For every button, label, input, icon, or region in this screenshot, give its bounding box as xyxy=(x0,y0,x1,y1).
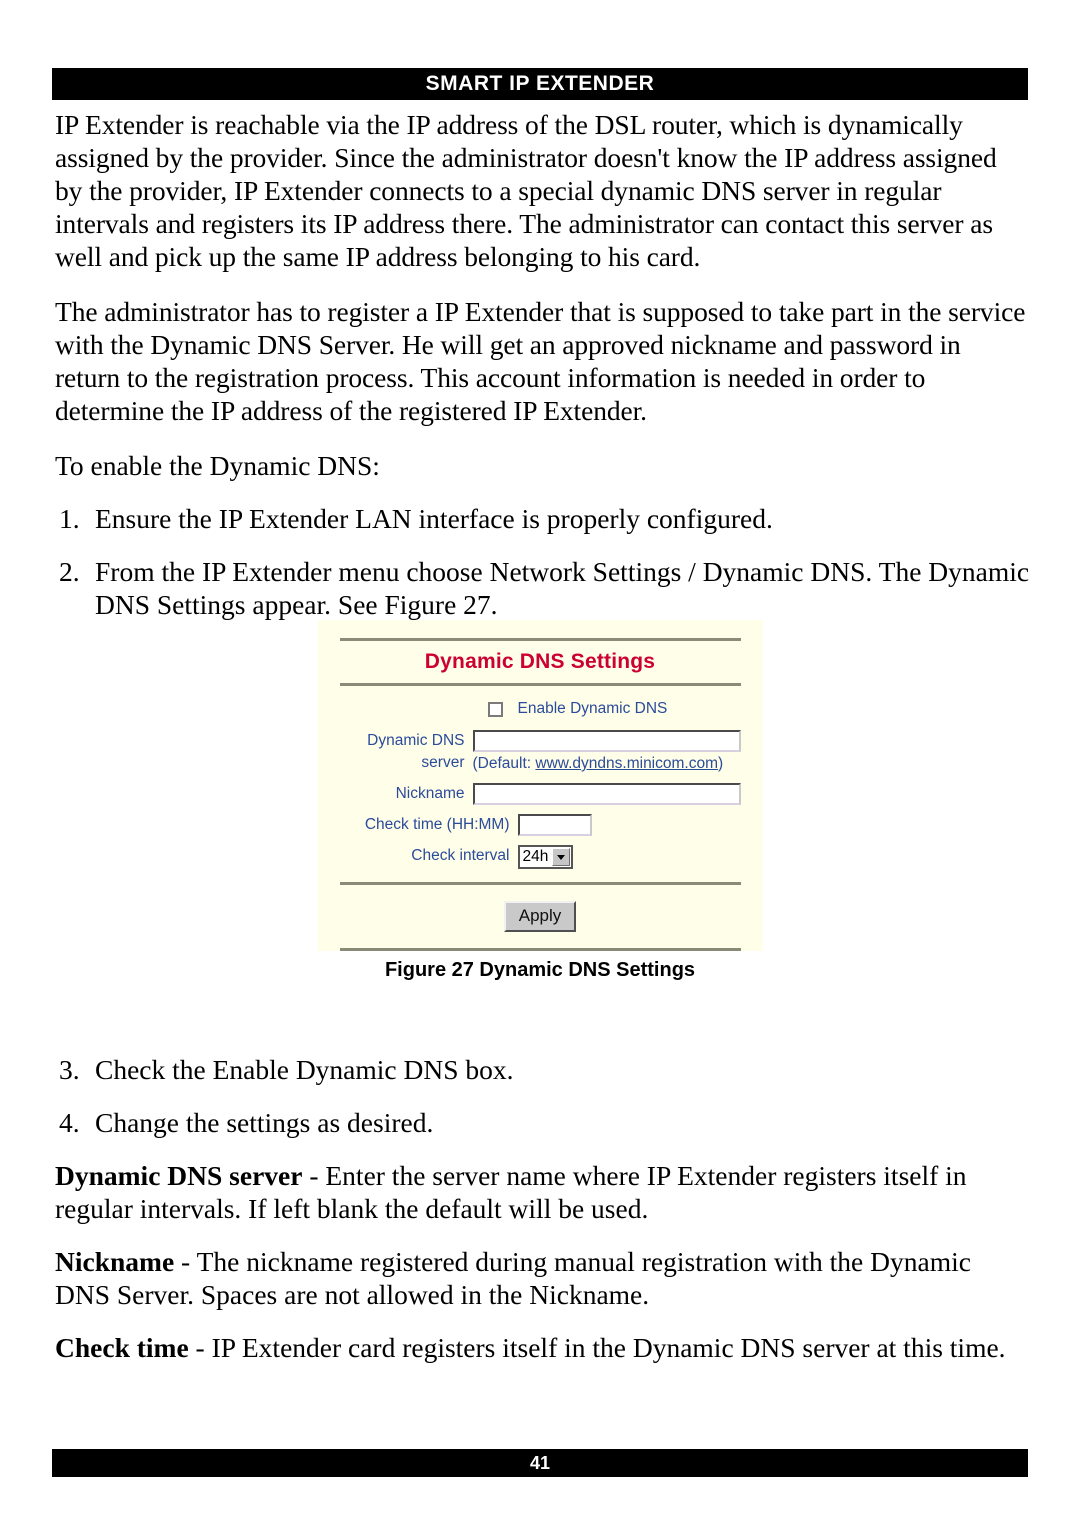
dynamic-dns-server-label: Dynamic DNS server xyxy=(367,732,465,771)
list-item: 4. Change the settings as desired. xyxy=(55,1106,1030,1139)
definition-dash: - xyxy=(188,1332,212,1363)
check-time-label: Check time (HH:MM) xyxy=(364,816,510,833)
page-header-band: SMART IP EXTENDER xyxy=(52,68,1028,100)
list-item-text: From the IP Extender menu choose Network… xyxy=(95,556,1030,620)
instructions-lead: To enable the Dynamic DNS: xyxy=(55,450,380,481)
dynamic-dns-settings-dialog: Dynamic DNS Settings Enable Dynamic DNS … xyxy=(317,620,763,951)
dialog-rule-bottom xyxy=(339,948,741,951)
dynamic-dns-server-input[interactable] xyxy=(472,730,741,752)
default-server-link[interactable]: www.dyndns.minicom.com xyxy=(535,755,718,772)
check-interval-label: Check interval xyxy=(411,847,510,864)
list-item: 2. From the IP Extender menu choose Netw… xyxy=(55,555,1030,621)
list-item-number: 3. xyxy=(59,1054,80,1085)
list-item: 1. Ensure the IP Extender LAN interface … xyxy=(55,502,1030,535)
apply-button[interactable]: Apply xyxy=(503,901,577,932)
definition-text: IP Extender card registers itself in the… xyxy=(211,1332,1006,1363)
nickname-row: Nickname xyxy=(340,783,741,805)
definition-dash: - xyxy=(174,1246,197,1277)
definition-term: Dynamic DNS server xyxy=(55,1160,303,1191)
steps-list-top: 1. Ensure the IP Extender LAN interface … xyxy=(55,502,1030,621)
enable-dynamic-dns-label: Enable Dynamic DNS xyxy=(517,700,668,717)
nickname-input[interactable] xyxy=(472,783,741,805)
page-number: 41 xyxy=(529,1452,551,1473)
definition-dynamic-dns-server: Dynamic DNS server - Enter the server na… xyxy=(55,1159,1030,1225)
dialog-actions: Apply xyxy=(340,885,741,948)
enable-dynamic-dns-checkbox[interactable] xyxy=(487,701,503,717)
figure-27: Dynamic DNS Settings Enable Dynamic DNS … xyxy=(0,620,1080,982)
list-item-number: 1. xyxy=(59,503,80,534)
dynamic-dns-server-hint: (Default: www.dyndns.minicom.com) xyxy=(473,755,741,773)
figure-caption: Figure 27 Dynamic DNS Settings xyxy=(384,959,696,981)
page-body-bottom: 3. Check the Enable Dynamic DNS box. 4. … xyxy=(55,1053,1030,1384)
nickname-label: Nickname xyxy=(395,785,465,802)
list-item-text: Change the settings as desired. xyxy=(95,1107,434,1138)
check-interval-row: Check interval 24h xyxy=(340,845,741,869)
check-time-row: Check time (HH:MM) xyxy=(340,814,741,836)
definition-check-time: Check time - IP Extender card registers … xyxy=(55,1331,1030,1364)
dialog-title: Dynamic DNS Settings xyxy=(424,650,656,673)
paragraph-intro-1: IP Extender is reachable via the IP addr… xyxy=(55,109,997,272)
page-footer-band: 41 xyxy=(52,1449,1028,1477)
dialog-form: Enable Dynamic DNS Dynamic DNS server (D… xyxy=(340,686,741,882)
hint-prefix: (Default: xyxy=(472,755,536,772)
dynamic-dns-server-row: Dynamic DNS server (Default: www.dyndns.… xyxy=(340,730,741,774)
definitions-list: Dynamic DNS server - Enter the server na… xyxy=(55,1159,1030,1364)
steps-list-bottom: 3. Check the Enable Dynamic DNS box. 4. … xyxy=(55,1053,1030,1139)
definition-nickname: Nickname - The nickname registered durin… xyxy=(55,1245,1030,1311)
check-interval-select[interactable]: 24h xyxy=(517,845,574,869)
list-item-number: 2. xyxy=(59,556,80,587)
enable-dynamic-dns-row: Enable Dynamic DNS xyxy=(340,700,741,718)
page-header-title: SMART IP EXTENDER xyxy=(425,72,655,95)
list-item-text: Ensure the IP Extender LAN interface is … xyxy=(95,503,773,534)
definition-dash: - xyxy=(302,1160,326,1191)
list-item-number: 4. xyxy=(59,1107,80,1138)
page-body-top: IP Extender is reachable via the IP addr… xyxy=(55,108,1030,641)
definition-term: Nickname xyxy=(55,1246,175,1277)
document-page: SMART IP EXTENDER IP Extender is reachab… xyxy=(0,0,1080,1529)
definition-term: Check time xyxy=(55,1332,189,1363)
check-interval-value: 24h xyxy=(522,848,549,865)
list-item: 3. Check the Enable Dynamic DNS box. xyxy=(55,1053,1030,1086)
paragraph-intro-2: The administrator has to register a IP E… xyxy=(55,296,1026,426)
hint-suffix: ) xyxy=(718,755,724,772)
check-time-input[interactable] xyxy=(517,814,592,836)
list-item-text: Check the Enable Dynamic DNS box. xyxy=(95,1054,514,1085)
chevron-down-icon[interactable] xyxy=(552,848,571,866)
